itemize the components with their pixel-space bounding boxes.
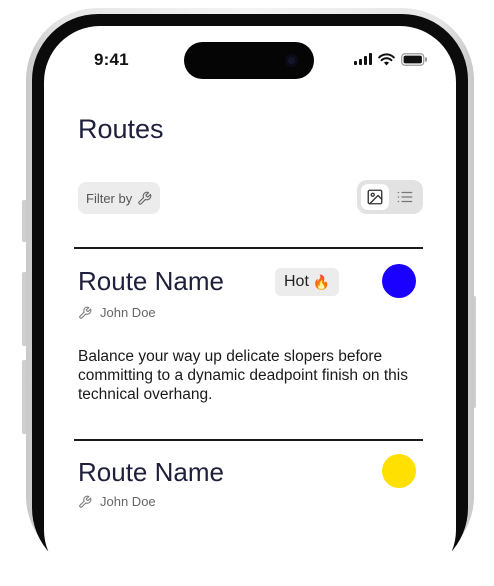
view-toggle [357,180,423,214]
status-time: 9:41 [94,50,129,69]
grid-view-toggle[interactable] [361,184,389,210]
status-icons [354,52,428,66]
battery-icon [401,52,427,66]
filter-label: Filter by [86,190,133,206]
route-description: Balance your way up delicate slopers bef… [78,348,408,403]
page-title: Routes [78,114,164,144]
route-name[interactable]: Route Name [78,457,224,488]
route-name[interactable]: Route Name [78,266,224,297]
route-setter: John Doe [78,494,156,509]
filter-button[interactable]: Filter by [78,182,161,214]
badge-label: Hot [284,273,309,290]
setter-name: John Doe [100,494,156,509]
setter-name: John Doe [100,305,156,320]
divider [74,247,423,249]
route-color-dot [382,264,416,298]
cellular-signal-icon [354,53,372,65]
camera-icon [285,54,298,67]
wifi-icon [378,52,395,65]
wrench-icon [79,306,92,319]
screen: 9:41 Routes Filter by Route Name Hot 🔥 J… [44,26,456,586]
image-icon [367,189,383,205]
dynamic-island [184,42,314,79]
divider [74,439,423,441]
fire-icon: 🔥 [312,273,331,290]
route-setter: John Doe [78,305,156,320]
list-icon [397,191,413,203]
list-view-toggle[interactable] [391,184,419,210]
wrench-icon [138,191,152,205]
wrench-icon [79,495,92,508]
route-color-dot [382,454,416,488]
hot-badge: Hot 🔥 [275,268,340,296]
